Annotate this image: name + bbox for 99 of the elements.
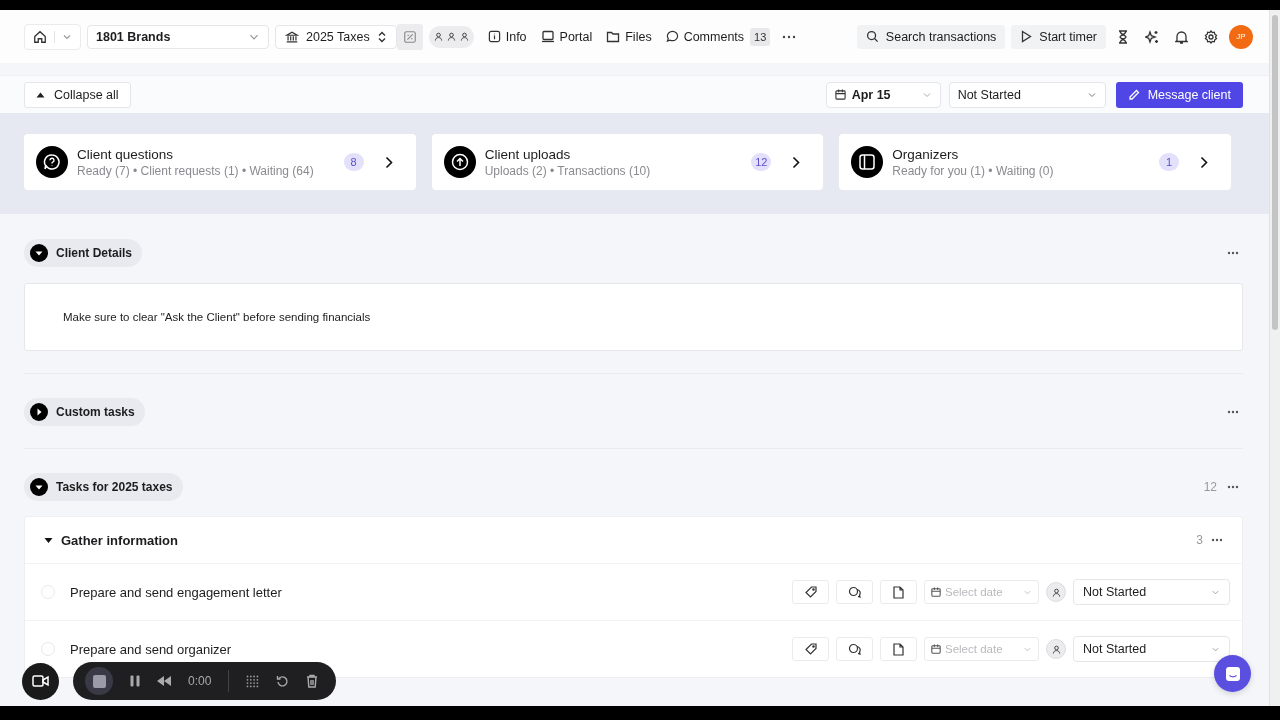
upload-icon [443, 146, 476, 178]
project-select[interactable]: 2025 Taxes [275, 24, 397, 49]
chat-icon [1224, 665, 1241, 682]
status-select[interactable]: Not Started [1073, 579, 1230, 605]
chevron-right-icon [384, 155, 393, 169]
client-note: Make sure to clear "Ask the Client" before sending financials [63, 311, 371, 323]
count-badge: 1 [1159, 153, 1179, 171]
home-icon [33, 29, 47, 44]
sparkle-icon[interactable] [1145, 29, 1159, 44]
section-toggle[interactable]: Client Details [24, 239, 143, 267]
section-toggle[interactable]: Tasks for 2025 taxes [24, 473, 183, 501]
bell-icon[interactable] [1175, 29, 1188, 44]
speech-bubble-icon [665, 30, 679, 43]
up-down-chevron-icon [376, 30, 387, 43]
comment-count: 13 [750, 27, 771, 46]
person-icon [1051, 587, 1061, 597]
calendar-icon [931, 587, 941, 597]
group-toggle[interactable]: Gather information [44, 532, 178, 548]
more-icon[interactable] [1227, 485, 1239, 489]
tag-icon [804, 643, 817, 655]
nav-link[interactable]: Portal [536, 29, 597, 44]
bank-icon [285, 29, 299, 44]
status-select[interactable]: Not Started [948, 81, 1106, 108]
summary-card[interactable]: Organizers Ready for you (1) • Waiting (0) 1 [839, 134, 1231, 190]
task-name: Prepare and send organizer [70, 641, 232, 657]
restart-icon[interactable] [276, 674, 290, 688]
play-icon [1020, 30, 1033, 43]
card-subtitle: Uploads (2) • Transactions (10) [484, 163, 652, 178]
caret-down-icon [44, 536, 53, 544]
laptop-icon [540, 30, 555, 43]
assignee-button[interactable] [1046, 639, 1066, 659]
comments-button[interactable] [836, 580, 873, 604]
task-count: 12 [1203, 480, 1217, 494]
calendar-icon [931, 644, 941, 654]
section-toggle[interactable]: Custom tasks [24, 398, 145, 426]
scrollbar-thumb[interactable] [1272, 15, 1278, 330]
recording-time: 0:00 [188, 674, 212, 688]
chevron-right-icon [1200, 155, 1208, 169]
home-button[interactable] [24, 23, 81, 50]
card-title: Organizers [892, 146, 960, 162]
collapse-all-button[interactable]: Collapse all [24, 81, 131, 108]
nav-link[interactable]: Comments [661, 29, 749, 44]
chat-bubbles-icon [848, 586, 861, 598]
caret-down-icon [30, 478, 48, 496]
count-badge: 8 [343, 153, 364, 171]
task-name: Prepare and send engagement letter [70, 584, 282, 600]
more-icon[interactable] [1227, 251, 1239, 255]
percent-icon [402, 29, 417, 44]
more-icon[interactable] [1211, 538, 1223, 542]
panel-icon [851, 146, 884, 178]
summary-card[interactable]: Client uploads Uploads (2) • Transactions (10) 12 [431, 134, 824, 190]
summary-card[interactable]: Client questions Ready (7) • Client requests (1) • Waiting (64) 8 [24, 134, 416, 190]
task-count: 3 [1196, 533, 1203, 547]
rewind-icon[interactable] [157, 676, 171, 686]
stop-button[interactable] [85, 667, 113, 695]
more-icon[interactable] [1227, 410, 1239, 414]
client-select[interactable]: 1801 Brands [87, 24, 269, 49]
question-bubble-icon [36, 146, 68, 178]
assignee-button[interactable] [1046, 582, 1066, 602]
document-button[interactable] [880, 580, 917, 604]
card-title: Client uploads [484, 146, 572, 162]
caret-right-icon [30, 403, 48, 421]
chevron-right-icon [792, 155, 801, 169]
comments-button[interactable] [836, 637, 873, 661]
card-subtitle: Ready for you (1) • Waiting (0) [892, 163, 1055, 178]
count-badge: 12 [751, 153, 772, 171]
document-icon [893, 585, 904, 599]
pause-icon[interactable] [130, 675, 140, 687]
search-button[interactable]: Search transactions [856, 24, 1006, 49]
message-client-button[interactable]: Message client [1115, 81, 1243, 108]
due-date-select[interactable]: Apr 15 [825, 81, 941, 108]
status-select[interactable]: Not Started [1073, 636, 1230, 662]
settings-icon[interactable] [1204, 29, 1218, 44]
chat-button[interactable] [1214, 655, 1251, 692]
info-icon [487, 30, 501, 43]
triangle-up-icon [36, 91, 45, 98]
more-icon[interactable] [782, 34, 797, 39]
tag-button[interactable] [792, 580, 829, 604]
hourglass-icon[interactable] [1117, 29, 1129, 44]
calculator-button[interactable] [396, 23, 423, 50]
tag-button[interactable] [792, 637, 829, 661]
person-icon [1051, 644, 1061, 654]
document-icon [893, 642, 904, 656]
nav-link[interactable]: Files [602, 29, 656, 44]
card-title: Client questions [77, 146, 175, 162]
chat-bubbles-icon [848, 643, 861, 655]
pencil-icon [1127, 88, 1140, 101]
document-button[interactable] [880, 637, 917, 661]
grid-icon[interactable] [246, 674, 260, 688]
folder-icon [606, 30, 621, 43]
trash-icon[interactable] [306, 674, 319, 688]
search-icon [865, 30, 879, 43]
card-subtitle: Ready (7) • Client requests (1) • Waiting (64) [77, 163, 315, 178]
video-camera-icon [32, 675, 49, 687]
start-timer-button[interactable]: Start timer [1011, 24, 1106, 49]
nav-link[interactable]: Info [483, 29, 531, 44]
tag-icon [804, 586, 817, 598]
caret-down-icon [30, 244, 48, 262]
calendar-icon [834, 89, 846, 100]
